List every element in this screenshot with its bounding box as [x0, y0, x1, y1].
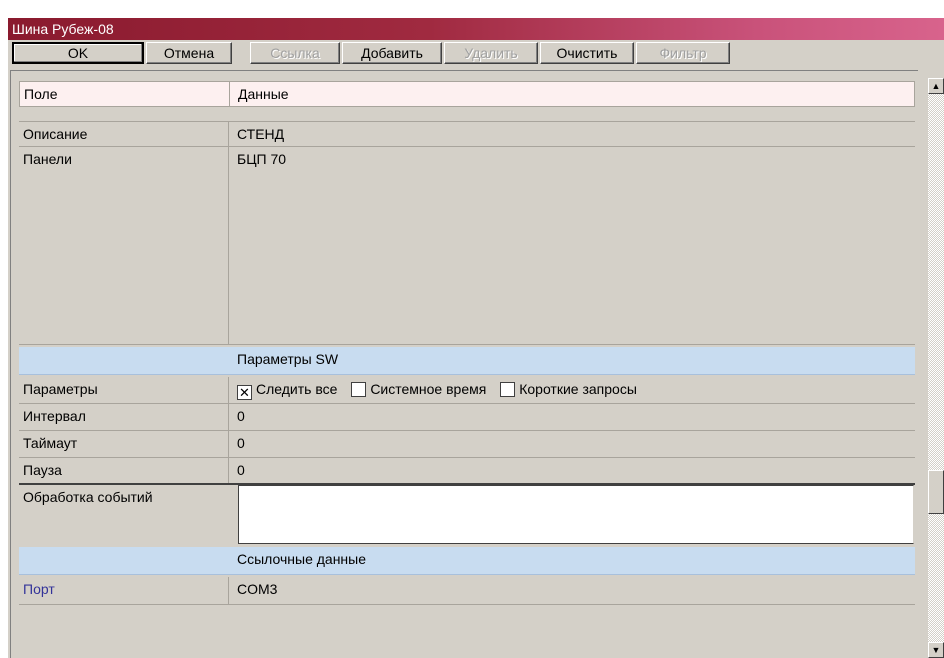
checkbox-short-requests[interactable]: Короткие запросы — [500, 381, 637, 397]
field-label: Обработка событий — [23, 489, 153, 505]
interval-value[interactable]: 0 — [229, 404, 915, 430]
row-event-handling[interactable]: Обработка событий — [19, 485, 915, 547]
section-header-ref: Ссылочные данные — [19, 547, 915, 575]
window-titlebar[interactable]: Шина Рубеж-08 — [8, 18, 944, 40]
field-label-link[interactable]: Порт — [19, 577, 229, 604]
row-port[interactable]: Порт COM3 — [19, 577, 915, 605]
vertical-scrollbar[interactable]: ▲ ▼ — [928, 78, 944, 658]
field-label: Пауза — [19, 458, 229, 483]
cancel-button[interactable]: Отмена — [146, 42, 232, 64]
toolbar: OK Отмена Ссылка Добавить Удалить Очисти… — [8, 40, 944, 68]
filter-button[interactable]: Фильтр — [636, 42, 730, 64]
row-parameters[interactable]: Параметры ✕ Следить все Системное время К… — [19, 377, 915, 404]
property-grid: Поле Данные Описание СТЕНД Панели БЦП 70… — [10, 70, 918, 658]
link-button[interactable]: Ссылка — [250, 42, 340, 64]
arrow-down-icon[interactable]: ▼ — [928, 642, 944, 658]
field-label: Описание — [19, 122, 229, 146]
section-header-sw: Параметры SW — [19, 347, 915, 375]
timeout-value[interactable]: 0 — [229, 431, 915, 457]
properties-window: Шина Рубеж-08 OK Отмена Ссылка Добавить … — [8, 18, 944, 658]
field-label: Интервал — [19, 404, 229, 430]
field-label: Таймаут — [19, 431, 229, 457]
section-title: Параметры SW — [237, 351, 339, 367]
description-value[interactable]: СТЕНД — [229, 122, 915, 146]
checkbox-box[interactable] — [351, 382, 367, 397]
field-label: Панели — [19, 147, 229, 344]
field-label: Параметры — [19, 377, 229, 403]
pause-value[interactable]: 0 — [229, 458, 915, 483]
row-timeout[interactable]: Таймаут 0 — [19, 431, 915, 458]
event-handling-editor[interactable] — [238, 485, 914, 544]
arrow-up-icon[interactable]: ▲ — [928, 78, 944, 94]
row-pause[interactable]: Пауза 0 — [19, 458, 915, 485]
parameters-value: ✕ Следить все Системное время Короткие за… — [229, 377, 915, 403]
check-x-icon[interactable]: ✕ — [237, 385, 252, 400]
checkbox-box[interactable] — [500, 382, 516, 397]
row-panels[interactable]: Панели БЦП 70 — [19, 147, 915, 345]
checkbox-label: Короткие запросы — [519, 381, 637, 397]
grid-header-row: Поле Данные — [19, 81, 915, 107]
delete-button[interactable]: Удалить — [444, 42, 538, 64]
scrollbar-thumb[interactable] — [928, 470, 944, 514]
port-value[interactable]: COM3 — [229, 577, 915, 604]
row-interval[interactable]: Интервал 0 — [19, 404, 915, 431]
section-title: Ссылочные данные — [237, 551, 367, 567]
column-header-data[interactable]: Данные — [230, 82, 914, 106]
row-description[interactable]: Описание СТЕНД — [19, 121, 915, 147]
checkbox-label: Системное время — [370, 381, 487, 397]
clear-button[interactable]: Очистить — [540, 42, 634, 64]
ok-button[interactable]: OK — [12, 42, 144, 64]
panels-value[interactable]: БЦП 70 — [229, 147, 915, 344]
add-button[interactable]: Добавить — [342, 42, 442, 64]
checkbox-label: Следить все — [256, 381, 338, 397]
checkbox-system-time[interactable]: Системное время — [351, 381, 486, 397]
checkbox-watch-all[interactable]: ✕ Следить все — [237, 381, 338, 400]
window-title: Шина Рубеж-08 — [12, 21, 114, 37]
column-header-field[interactable]: Поле — [20, 82, 230, 106]
